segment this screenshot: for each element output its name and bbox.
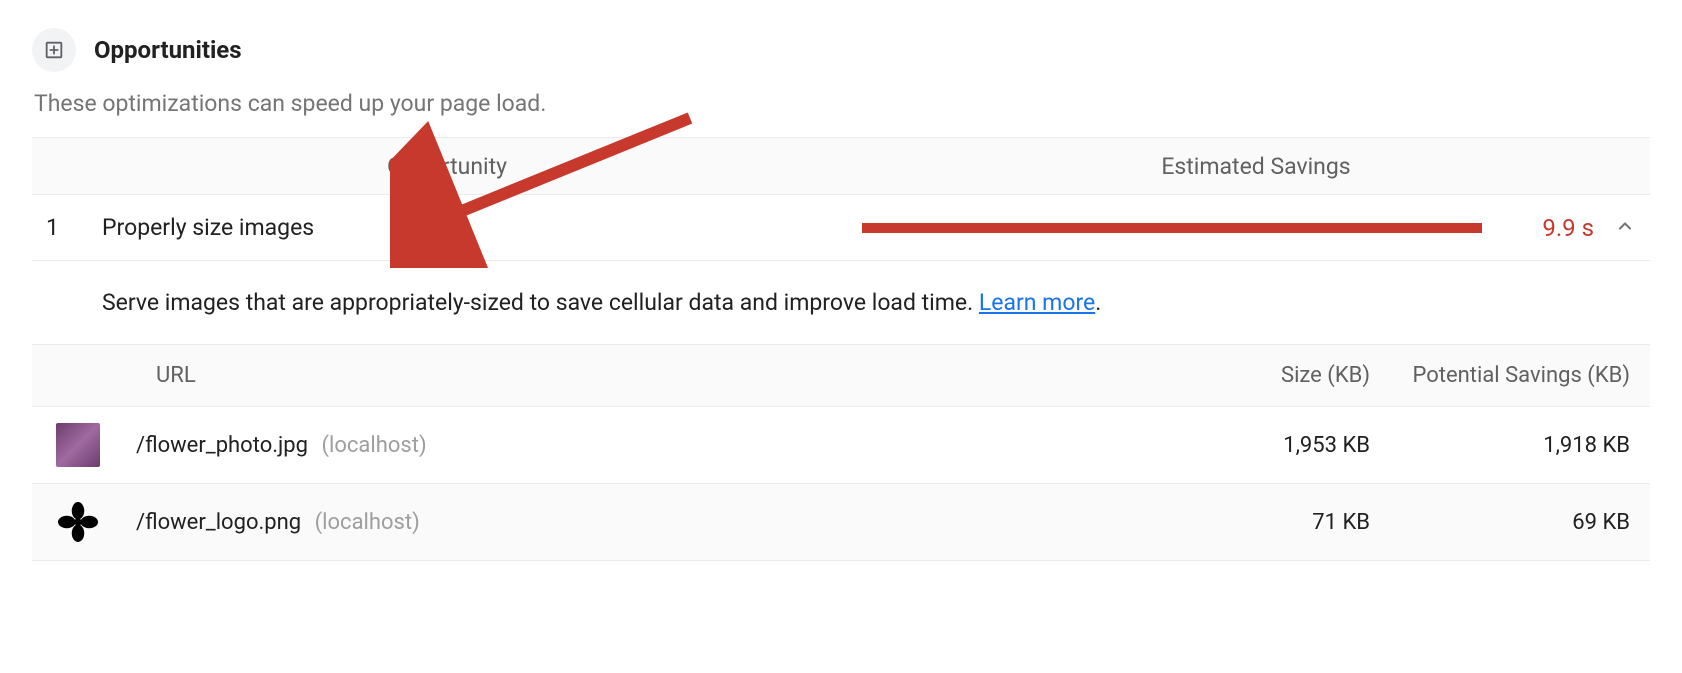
thumbnail-logo-icon [56, 500, 100, 544]
details-header-size: Size (KB) [1130, 363, 1370, 388]
opportunity-description-suffix: . [1095, 289, 1101, 316]
details-url-host: (localhost) [321, 433, 426, 458]
details-potential: 69 KB [1370, 510, 1630, 535]
details-url-host: (localhost) [315, 510, 420, 535]
opportunity-index: 1 [32, 214, 102, 241]
column-header-savings: Estimated Savings [862, 153, 1650, 180]
opportunity-savings-bar [862, 223, 1482, 233]
opportunities-icon [32, 28, 76, 72]
details-potential: 1,918 KB [1370, 433, 1630, 458]
opportunity-row[interactable]: 1 Properly size images 9.9 s [32, 195, 1650, 261]
opportunity-bar-cell [862, 223, 1490, 233]
details-url-cell: /flower_logo.png (localhost) [136, 510, 1130, 535]
details-header-potential: Potential Savings (KB) [1370, 363, 1630, 388]
details-url-path: /flower_logo.png [136, 510, 301, 535]
details-url-cell: /flower_photo.jpg (localhost) [136, 433, 1130, 458]
section-title: Opportunities [94, 36, 242, 64]
section-subtitle: These optimizations can speed up your pa… [34, 90, 1650, 117]
section-header: Opportunities [32, 28, 1650, 72]
learn-more-link[interactable]: Learn more [979, 289, 1095, 316]
chevron-up-icon[interactable] [1600, 216, 1650, 240]
opportunities-panel: Opportunities These optimizations can sp… [0, 0, 1682, 581]
details-size: 1,953 KB [1130, 433, 1370, 458]
details-header-url: URL [102, 363, 1130, 388]
column-headers: Opportunity Estimated Savings [32, 137, 1650, 195]
opportunity-savings-value: 9.9 s [1490, 214, 1600, 242]
opportunity-description: Serve images that are appropriately-size… [32, 261, 1650, 345]
details-size: 71 KB [1130, 510, 1370, 535]
opportunity-description-text: Serve images that are appropriately-size… [102, 289, 979, 316]
details-url-path: /flower_photo.jpg [136, 433, 308, 458]
details-row: /flower_logo.png (localhost) 71 KB 69 KB [32, 484, 1650, 561]
details-header: URL Size (KB) Potential Savings (KB) [32, 345, 1650, 407]
column-header-opportunity: Opportunity [32, 153, 862, 180]
opportunity-title: Properly size images [102, 214, 862, 241]
thumbnail-image-icon [56, 423, 100, 467]
details-row: /flower_photo.jpg (localhost) 1,953 KB 1… [32, 407, 1650, 484]
